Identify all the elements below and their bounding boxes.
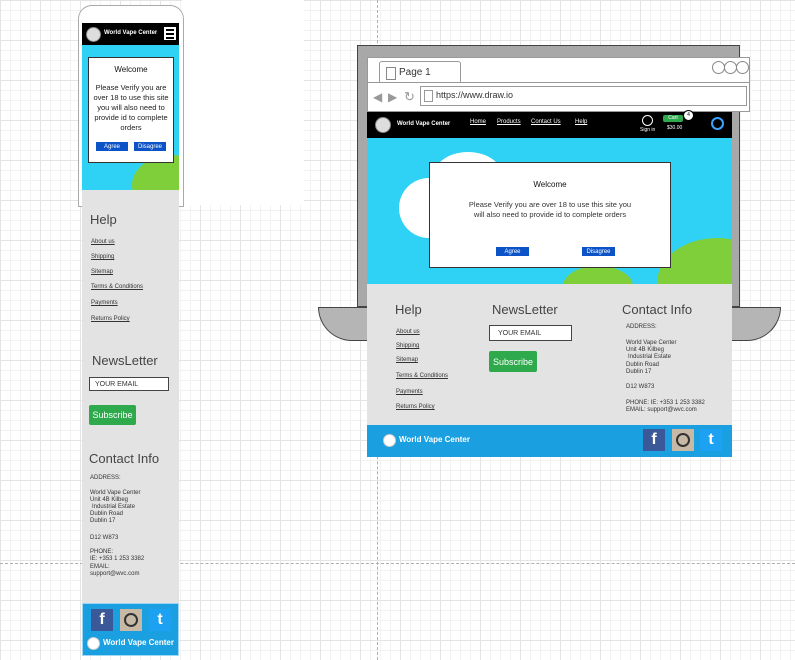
page-icon: [386, 67, 396, 80]
address-line-2: Unit 4B Kilbeg: [90, 497, 129, 503]
nav-home[interactable]: Home: [470, 119, 486, 125]
logo-icon[interactable]: [375, 117, 391, 133]
eircode: D12 W873: [626, 384, 655, 390]
logo-icon: [87, 637, 100, 650]
disagree-button[interactable]: Disagree: [134, 142, 166, 151]
popup-message: Please Verify you are over 18 to use thi…: [93, 83, 169, 132]
address-line-5: Dublin 17: [626, 369, 652, 375]
user-icon[interactable]: [642, 115, 653, 126]
nav-products[interactable]: Products: [497, 119, 521, 125]
desktop-subscribe-button[interactable]: Subscribe: [489, 351, 537, 372]
page-icon: [424, 90, 433, 102]
help-link-shipping[interactable]: Shipping: [91, 254, 114, 260]
mobile-footer: Help About us Shipping Sitemap Terms & C…: [82, 190, 179, 603]
contact-title: Contact Info: [89, 451, 160, 466]
nav-help[interactable]: Help: [575, 119, 587, 125]
desktop-bottom-bar: World Vape Center f t: [367, 425, 732, 457]
address-label: ADDRESS:: [626, 324, 657, 330]
help-link-about[interactable]: About us: [91, 239, 115, 245]
address-line-4: Dublin Road: [90, 511, 124, 517]
newsletter-title: NewsLetter: [492, 302, 558, 317]
forward-icon[interactable]: ▶: [388, 90, 397, 104]
facebook-icon[interactable]: f: [643, 429, 665, 451]
email-label: EMAIL:: [90, 564, 110, 570]
blank-panel: [182, 0, 304, 205]
mobile-age-popup: Welcome Please Verify you are over 18 to…: [88, 57, 174, 163]
phone-line: PHONE: IE: +353 1 253 3382: [626, 400, 705, 406]
help-title: Help: [395, 302, 422, 317]
popup-title: Welcome: [533, 180, 567, 189]
back-icon[interactable]: ◀: [373, 90, 382, 104]
address-line-4: Dublin Road: [626, 362, 660, 368]
help-link-payments[interactable]: Payments: [91, 300, 118, 306]
email: support@wvc.com: [90, 571, 140, 577]
site-brand: World Vape Center: [397, 121, 451, 127]
mobile-subscribe-button[interactable]: Subscribe: [89, 405, 136, 425]
address-line-5: Dublin 17: [90, 518, 116, 524]
agree-button[interactable]: Agree: [496, 247, 529, 256]
mobile-footer-brand: World Vape Center: [103, 638, 174, 647]
twitter-icon[interactable]: t: [149, 609, 171, 631]
address-line-3: Industrial Estate: [628, 354, 672, 360]
eircode: D12 W873: [90, 535, 119, 541]
browser-chrome: Page 1 ◀ ▶ ↻ https://www.draw.io: [367, 57, 750, 112]
help-link-payments[interactable]: Payments: [396, 389, 423, 395]
instagram-icon[interactable]: [120, 609, 142, 631]
logo-icon: [383, 434, 396, 447]
refresh-icon[interactable]: ↻: [404, 89, 415, 105]
help-link-sitemap[interactable]: Sitemap: [91, 269, 113, 275]
address-line-1: World Vape Center: [90, 490, 141, 496]
instagram-icon[interactable]: [672, 429, 694, 451]
disagree-button[interactable]: Disagree: [582, 247, 615, 256]
mobile-email-input[interactable]: YOUR EMAIL: [89, 377, 169, 391]
help-link-terms[interactable]: Terms & Conditions: [396, 373, 448, 379]
twitter-icon[interactable]: t: [700, 429, 722, 451]
address-label: ADDRESS:: [90, 475, 121, 481]
facebook-icon[interactable]: f: [91, 609, 113, 631]
cart-button[interactable]: Cart: [663, 115, 683, 122]
phone-label: PHONE:: [90, 549, 114, 555]
desktop-age-popup: Welcome Please Verify you are over 18 to…: [429, 162, 671, 268]
address-line-2: Unit 4B Kilbeg: [626, 347, 665, 353]
signin-link[interactable]: Sign in: [640, 127, 655, 133]
cart-count-badge: 4: [683, 110, 694, 121]
help-link-about[interactable]: About us: [396, 329, 420, 335]
help-link-returns[interactable]: Returns Policy: [91, 316, 130, 322]
email-line: EMAIL: support@wvc.com: [626, 407, 697, 413]
menu-icon[interactable]: [164, 27, 176, 40]
desktop-email-input[interactable]: YOUR EMAIL: [489, 325, 572, 341]
site-header: World Vape Center Home Products Contact …: [367, 110, 732, 138]
help-link-returns[interactable]: Returns Policy: [396, 404, 435, 410]
help-title: Help: [90, 212, 117, 227]
help-link-terms[interactable]: Terms & Conditions: [91, 284, 143, 290]
address-line-3: Industrial Estate: [92, 504, 136, 510]
address-line-1: World Vape Center: [626, 340, 677, 346]
hill: [563, 266, 633, 284]
browser-tab[interactable]: Page 1: [379, 61, 461, 83]
phone: IE: +353 1 253 3382: [90, 556, 145, 562]
desktop-footer-brand: World Vape Center: [399, 435, 470, 444]
window-close-button[interactable]: [736, 61, 749, 74]
mobile-bottom-bar: f t World Vape Center: [82, 603, 179, 656]
contact-title: Contact Info: [622, 302, 693, 317]
mobile-brand: World Vape Center: [104, 30, 158, 36]
tab-title: Page 1: [399, 67, 431, 78]
help-link-sitemap[interactable]: Sitemap: [396, 357, 418, 363]
address-bar[interactable]: https://www.draw.io: [420, 86, 747, 106]
logo-icon: [86, 27, 101, 42]
url-text: https://www.draw.io: [436, 90, 514, 100]
desktop-footer: Help About us Shipping Sitemap Terms & C…: [367, 284, 732, 425]
nav-contact-us[interactable]: Contact Us: [531, 119, 561, 125]
help-link-shipping[interactable]: Shipping: [396, 343, 419, 349]
popup-title: Welcome: [114, 65, 148, 74]
newsletter-title: NewsLetter: [92, 353, 158, 368]
mobile-header: World Vape Center: [82, 23, 179, 45]
cart-total: $30.00: [667, 125, 683, 131]
popup-message: Please Verify you are over 18 to use thi…: [468, 200, 632, 219]
agree-button[interactable]: Agree: [96, 142, 128, 151]
search-icon[interactable]: [711, 117, 724, 130]
